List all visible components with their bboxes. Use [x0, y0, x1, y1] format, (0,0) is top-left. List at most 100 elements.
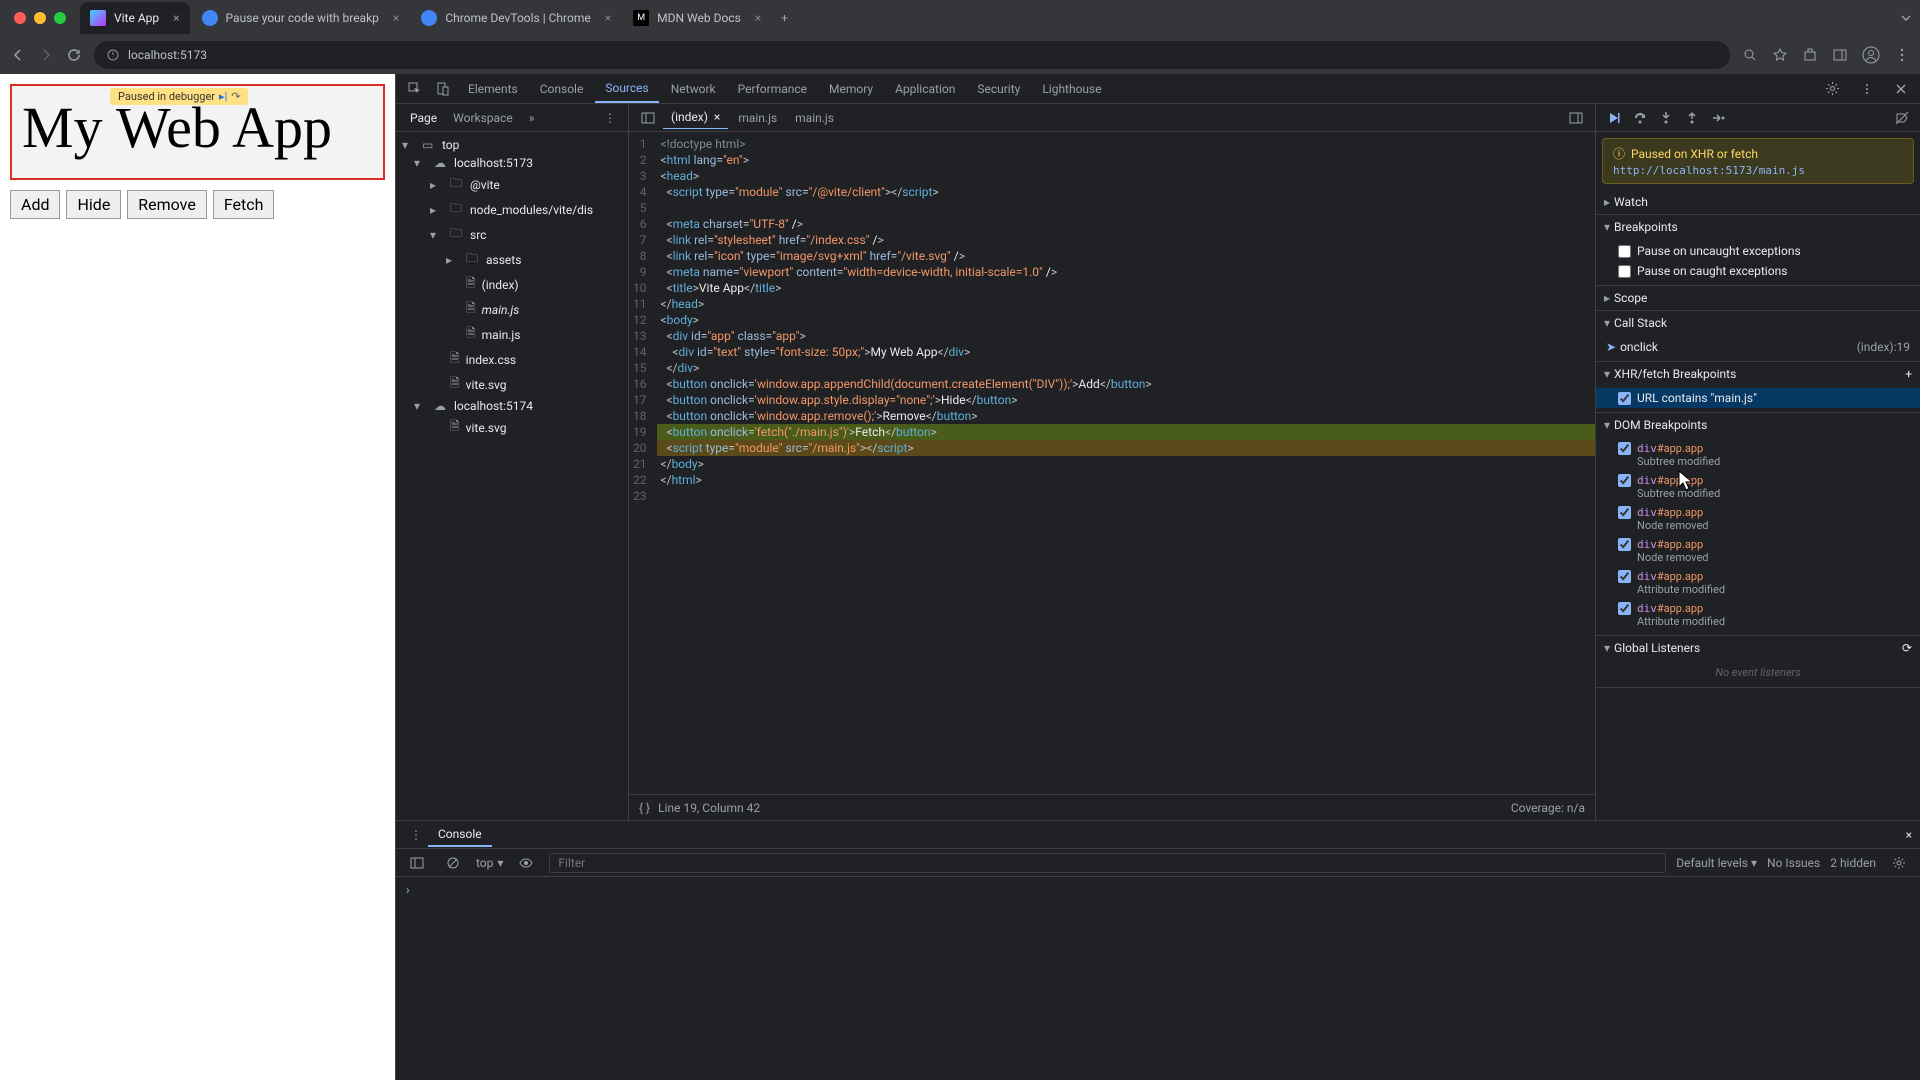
panel-performance[interactable]: Performance: [728, 76, 817, 102]
refresh-icon[interactable]: ⟳: [1902, 641, 1912, 655]
panel-console[interactable]: Console: [530, 76, 594, 102]
tree-folder-nodemodules[interactable]: ▸🗀node_modules/vite/dis: [396, 197, 628, 222]
sidebar-menu-icon[interactable]: ⋮: [598, 107, 622, 129]
toggle-debugger-icon[interactable]: [1563, 107, 1589, 129]
remove-button[interactable]: Remove: [127, 190, 207, 219]
console-tab[interactable]: Console: [428, 823, 492, 847]
zoom-icon[interactable]: [1742, 47, 1758, 63]
dom-breakpoint-item[interactable]: div#app.appSubtree modified: [1596, 471, 1920, 503]
hide-button[interactable]: Hide: [66, 190, 121, 219]
pause-uncaught-checkbox[interactable]: Pause on uncaught exceptions: [1596, 241, 1920, 261]
site-info-icon[interactable]: [106, 48, 120, 62]
side-panel-icon[interactable]: [1832, 47, 1848, 63]
close-tab-icon[interactable]: ×: [755, 11, 761, 25]
forward-button[interactable]: [38, 47, 54, 63]
tree-folder-src[interactable]: ▾🗀src: [396, 222, 628, 247]
add-icon[interactable]: +: [1905, 367, 1912, 381]
back-button[interactable]: [10, 47, 26, 63]
reload-button[interactable]: [66, 47, 82, 63]
inspect-icon[interactable]: [402, 78, 428, 100]
tree-file-vitesvg2[interactable]: 🗎vite.svg: [396, 415, 628, 440]
pause-caught-checkbox[interactable]: Pause on caught exceptions: [1596, 261, 1920, 281]
section-dom-breakpoints[interactable]: ▾DOM Breakpoints: [1596, 413, 1920, 437]
tree-top[interactable]: ▾▭top: [396, 136, 628, 154]
panel-security[interactable]: Security: [967, 76, 1030, 102]
log-levels-selector[interactable]: Default levels ▾: [1676, 856, 1757, 870]
format-icon[interactable]: { }: [639, 801, 650, 815]
sidebar-tab-workspace[interactable]: Workspace: [445, 107, 521, 129]
browser-tab-vite[interactable]: Vite App ×: [80, 2, 190, 34]
clear-console-icon[interactable]: [440, 852, 466, 874]
dom-breakpoint-item[interactable]: div#app.appAttribute modified: [1596, 599, 1920, 631]
tree-folder-vite[interactable]: ▸🗀@vite: [396, 172, 628, 197]
browser-tab-devtools-article[interactable]: Pause your code with breakp ×: [192, 2, 410, 34]
url-bar[interactable]: localhost:5173: [94, 41, 1730, 69]
step-out-button[interactable]: [1684, 110, 1700, 126]
panel-memory[interactable]: Memory: [819, 76, 883, 102]
tree-host2[interactable]: ▾☁localhost:5174: [396, 397, 628, 415]
dom-breakpoint-item[interactable]: div#app.appSubtree modified: [1596, 439, 1920, 471]
menu-icon[interactable]: [1894, 47, 1910, 63]
panel-sources[interactable]: Sources: [595, 75, 658, 103]
context-selector[interactable]: top▾: [476, 856, 503, 870]
dom-breakpoint-item[interactable]: div#app.appNode removed: [1596, 503, 1920, 535]
bookmark-icon[interactable]: [1772, 47, 1788, 63]
close-window-button[interactable]: [14, 12, 26, 24]
fetch-button[interactable]: Fetch: [213, 190, 275, 219]
editor-tab-index[interactable]: (index)×: [663, 106, 728, 129]
chevron-down-icon[interactable]: [1900, 12, 1912, 24]
tree-host[interactable]: ▾☁localhost:5173: [396, 154, 628, 172]
tree-file-mainjs2[interactable]: 🗎main.js: [396, 322, 628, 347]
gear-icon[interactable]: [1819, 77, 1846, 100]
sidebar-more-icon[interactable]: »: [521, 107, 543, 129]
dom-breakpoint-item[interactable]: div#app.appAttribute modified: [1596, 567, 1920, 599]
more-icon[interactable]: [1854, 78, 1880, 100]
tree-file-mainjs[interactable]: 🗎main.js: [396, 297, 628, 322]
console-sidebar-icon[interactable]: [404, 852, 430, 874]
panel-elements[interactable]: Elements: [458, 76, 528, 102]
drawer-menu-icon[interactable]: ⋮: [404, 824, 428, 846]
resume-icon[interactable]: ▸|: [219, 90, 227, 103]
tree-folder-assets[interactable]: ▸🗀assets: [396, 247, 628, 272]
live-expression-icon[interactable]: [513, 852, 539, 874]
browser-tab-chrome-devtools[interactable]: Chrome DevTools | Chrome ×: [411, 2, 621, 34]
console-settings-icon[interactable]: [1886, 852, 1912, 874]
panel-lighthouse[interactable]: Lighthouse: [1032, 76, 1111, 102]
section-call-stack[interactable]: ▾Call Stack: [1596, 311, 1920, 335]
tree-file-index[interactable]: 🗎(index): [396, 272, 628, 297]
xhr-breakpoint-item[interactable]: URL contains "main.js": [1596, 388, 1920, 408]
code-editor[interactable]: 1234567891011121314151617181920212223 <!…: [629, 132, 1595, 794]
minimize-window-button[interactable]: [34, 12, 46, 24]
profile-icon[interactable]: [1862, 46, 1880, 64]
toggle-navigator-icon[interactable]: [635, 107, 661, 129]
close-tab-icon[interactable]: ×: [605, 11, 611, 25]
call-stack-frame[interactable]: ➤onclick(index):19: [1596, 337, 1920, 357]
browser-tab-mdn[interactable]: M MDN Web Docs ×: [623, 2, 771, 34]
panel-network[interactable]: Network: [661, 76, 726, 102]
step-icon[interactable]: ↷: [231, 90, 240, 103]
issues-count[interactable]: No Issues: [1767, 856, 1820, 870]
editor-tab-mainjs[interactable]: main.js: [730, 107, 785, 129]
sidebar-tab-page[interactable]: Page: [402, 107, 445, 129]
new-tab-button[interactable]: +: [773, 11, 796, 25]
step-into-button[interactable]: [1658, 110, 1674, 126]
tree-file-indexcss[interactable]: 🗎index.css: [396, 347, 628, 372]
hidden-count[interactable]: 2 hidden: [1830, 856, 1876, 870]
add-button[interactable]: Add: [10, 190, 60, 219]
extensions-icon[interactable]: [1802, 47, 1818, 63]
close-drawer-icon[interactable]: ×: [1906, 828, 1912, 842]
close-icon[interactable]: ×: [714, 110, 720, 124]
console-filter-input[interactable]: [549, 853, 1666, 873]
step-button[interactable]: [1710, 110, 1726, 126]
step-over-button[interactable]: [1632, 110, 1648, 126]
device-icon[interactable]: [430, 78, 456, 100]
section-global-listeners[interactable]: ▾Global Listeners⟳: [1596, 636, 1920, 660]
dom-breakpoint-item[interactable]: div#app.appNode removed: [1596, 535, 1920, 567]
console-output[interactable]: ›: [396, 877, 1920, 1080]
resume-button[interactable]: [1606, 110, 1622, 126]
panel-application[interactable]: Application: [885, 76, 965, 102]
maximize-window-button[interactable]: [54, 12, 66, 24]
editor-tab-mainjs2[interactable]: main.js: [787, 107, 842, 129]
tree-file-vitesvg[interactable]: 🗎vite.svg: [396, 372, 628, 397]
section-watch[interactable]: ▸Watch: [1596, 190, 1920, 214]
